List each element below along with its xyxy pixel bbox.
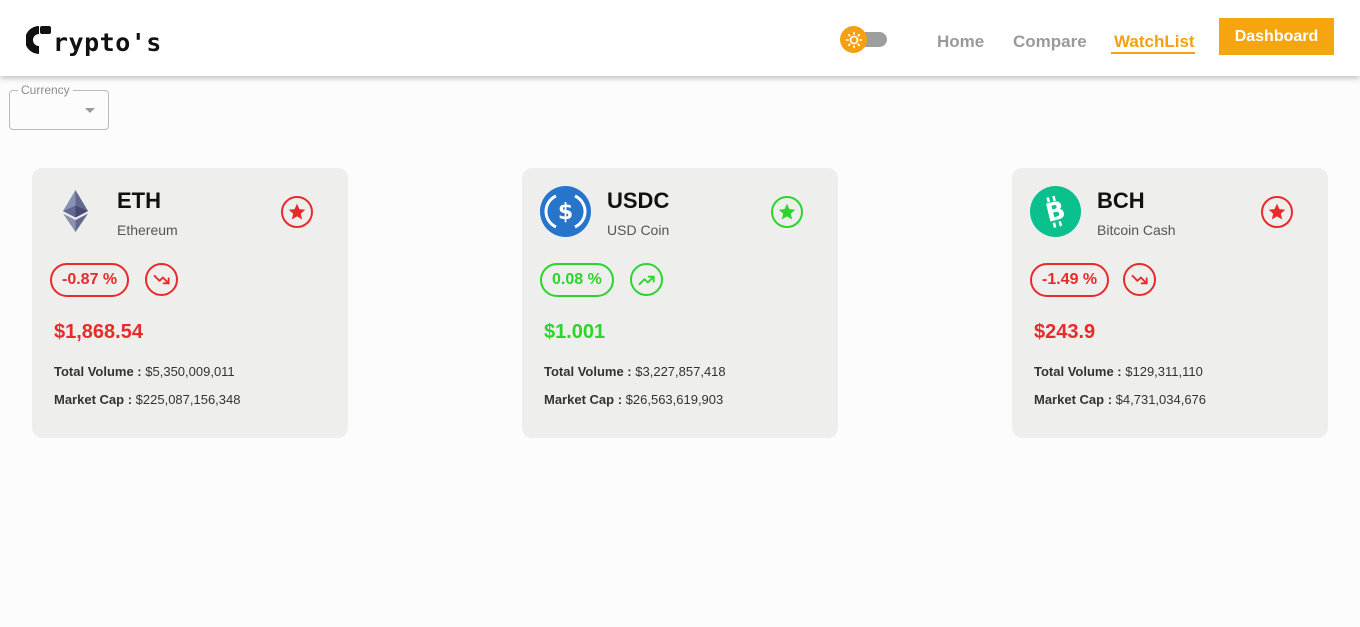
watchlist-star-icon[interactable] [771,196,803,228]
coin-name: Bitcoin Cash [1097,222,1176,238]
market-cap-label: Market Cap : [54,392,133,407]
chevron-down-icon [85,108,95,113]
coin-card-bch[interactable]: B BCH Bitcoin Cash -1.49 % $243.9 Total … [1012,168,1328,438]
coin-symbol: BCH [1097,188,1145,213]
market-cap-value: $4,731,034,676 [1115,392,1207,407]
theme-toggle[interactable] [840,26,888,54]
price-change-value: -1.49 % [1042,271,1098,288]
market-cap: Market Cap : $225,087,156,348 [54,392,240,407]
logo-text: rypto's [53,27,162,57]
bitcoin-cash-icon: B [1030,186,1081,237]
total-volume-label: Total Volume : [54,364,142,379]
coin-symbol: ETH [117,188,161,213]
total-volume-value: $3,227,857,418 [635,364,726,379]
usd-coin-icon: $ [540,186,591,237]
total-volume: Total Volume : $129,311,110 [1034,364,1203,379]
active-nav-underline [1111,52,1195,54]
logo-mark-icon [25,25,52,55]
price-change-value: -0.87 % [62,271,118,288]
nav-compare[interactable]: Compare [1013,32,1087,52]
currency-label: Currency [18,83,73,97]
total-volume-label: Total Volume : [1034,364,1122,379]
coin-symbol: USDC [607,188,670,213]
coin-name: Ethereum [117,222,178,238]
total-volume-value: $129,311,110 [1125,364,1203,379]
price-change-chip: -0.87 % [50,263,130,297]
nav-watchlist[interactable]: WatchList [1114,32,1195,52]
logo[interactable]: rypto's [25,22,162,58]
market-cap: Market Cap : $4,731,034,676 [1034,392,1206,407]
total-volume-value: $5,350,009,011 [145,364,235,379]
coin-price: $1.001 [544,321,606,343]
watchlist-star-icon[interactable] [1261,196,1293,228]
coin-card-usdc[interactable]: $ USDC USD Coin 0.08 % $1.001 Total Volu… [522,168,838,438]
trending-up-icon [630,263,663,296]
trending-down-icon [145,263,178,296]
svg-text:$: $ [558,200,573,225]
currency-select[interactable]: Currency [9,83,109,130]
coin-price: $243.9 [1034,321,1096,343]
sun-icon [840,26,867,53]
nav-home[interactable]: Home [937,32,984,52]
watchlist-star-icon[interactable] [281,196,313,228]
price-change-chip: -1.49 % [1030,263,1110,297]
price-change-value: 0.08 % [552,271,602,288]
total-volume: Total Volume : $5,350,009,011 [54,364,235,379]
coin-card-eth[interactable]: ETH Ethereum -0.87 % $1,868.54 Total Vol… [32,168,348,438]
total-volume-label: Total Volume : [544,364,632,379]
market-cap: Market Cap : $26,563,619,903 [544,392,723,407]
market-cap-label: Market Cap : [544,392,623,407]
market-cap-value: $225,087,156,348 [135,392,241,407]
price-change-chip: 0.08 % [540,263,614,297]
total-volume: Total Volume : $3,227,857,418 [544,364,726,379]
market-cap-label: Market Cap : [1034,392,1113,407]
coin-name: USD Coin [607,222,670,238]
coin-price: $1,868.54 [54,321,143,343]
dashboard-button[interactable]: Dashboard [1219,18,1334,55]
market-cap-value: $26,563,619,903 [625,392,724,407]
ethereum-icon [50,186,101,237]
trending-down-icon [1123,263,1156,296]
top-header: rypto's Home Compare WatchList Dashboard [0,0,1360,76]
